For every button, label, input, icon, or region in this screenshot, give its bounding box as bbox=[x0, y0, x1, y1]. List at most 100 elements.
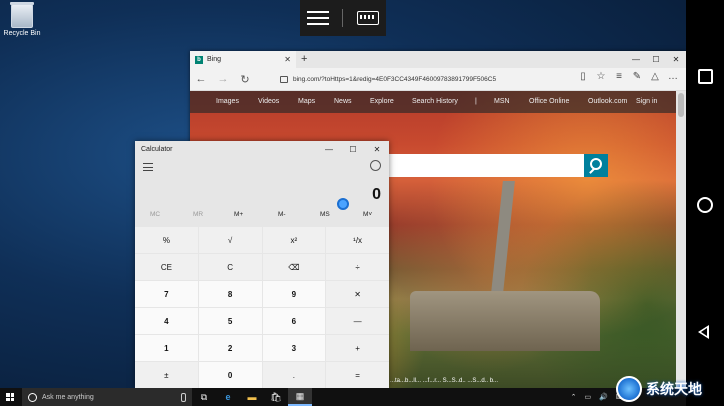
recycle-bin-label: Recycle Bin bbox=[3, 30, 41, 37]
digit-1-key[interactable]: 1 bbox=[135, 335, 198, 361]
remote-toolbar bbox=[300, 0, 386, 36]
favorite-star-icon[interactable]: ☆ bbox=[592, 71, 610, 82]
hamburger-menu-icon[interactable] bbox=[143, 163, 153, 171]
digit-5-key[interactable]: 5 bbox=[198, 308, 262, 334]
digit-6-key[interactable]: 6 bbox=[262, 308, 326, 334]
calculator-title: Calculator bbox=[141, 146, 173, 153]
memory-row: MC MR M+ M- MS M˅ bbox=[135, 211, 389, 223]
cortana-search-box[interactable]: Ask me anything bbox=[22, 388, 192, 406]
tab-strip: b Bing ✕ + — ☐ ✕ bbox=[190, 51, 686, 68]
digit-4-key[interactable]: 4 bbox=[135, 308, 198, 334]
nav-outlook[interactable]: Outlook.com bbox=[588, 98, 627, 105]
minimize-button[interactable]: — bbox=[626, 51, 646, 68]
calculator-taskbar-icon[interactable]: ▦ bbox=[288, 388, 312, 406]
bing-favicon-icon: b bbox=[195, 55, 203, 64]
refresh-icon[interactable]: ↻ bbox=[234, 73, 256, 86]
file-explorer-icon[interactable]: ▬ bbox=[240, 388, 264, 406]
mr-button[interactable]: MR bbox=[193, 211, 203, 218]
menu-icon[interactable] bbox=[306, 11, 329, 25]
digit-8-key[interactable]: 8 bbox=[198, 281, 262, 307]
history-icon[interactable] bbox=[370, 160, 381, 171]
nav-videos[interactable]: Videos bbox=[258, 98, 279, 105]
watermark-text: 系统天地 bbox=[646, 381, 702, 397]
image-caption: ...ta...b...ll... ...f...r... S...S..d..… bbox=[390, 378, 499, 384]
volume-icon[interactable]: 🔊 bbox=[599, 393, 608, 401]
backspace-key[interactable]: ⌫ bbox=[262, 254, 326, 280]
m-plus-button[interactable]: M+ bbox=[234, 211, 243, 218]
close-button[interactable]: ✕ bbox=[666, 51, 686, 68]
tab-bing[interactable]: b Bing ✕ bbox=[190, 51, 296, 68]
clear-key[interactable]: C bbox=[198, 254, 262, 280]
nav-msn[interactable]: MSN bbox=[494, 98, 510, 105]
mc-button[interactable]: MC bbox=[150, 211, 160, 218]
search-icon[interactable] bbox=[584, 154, 608, 177]
equals-key[interactable]: = bbox=[326, 362, 389, 388]
taskbar: Ask me anything ⧉ e ▬ 🛍 ▦ ⌃ ▭ 🔊 ⌨ bbox=[0, 388, 686, 406]
digit-0-key[interactable]: 0 bbox=[198, 362, 262, 388]
forward-arrow-icon[interactable]: → bbox=[212, 73, 234, 85]
back-icon[interactable] bbox=[698, 325, 709, 339]
nav-explore[interactable]: Explore bbox=[370, 98, 394, 105]
page-scrollbar[interactable] bbox=[676, 91, 686, 388]
battery-icon[interactable]: ▭ bbox=[585, 393, 592, 401]
bing-nav-bar: Images Videos Maps News Explore Search H… bbox=[190, 91, 686, 113]
windows-start-icon[interactable] bbox=[6, 393, 14, 401]
nav-maps[interactable]: Maps bbox=[298, 98, 315, 105]
ce-key[interactable]: CE bbox=[135, 254, 198, 280]
keyboard-icon[interactable] bbox=[357, 11, 380, 25]
edge-icon[interactable]: e bbox=[216, 388, 240, 406]
recycle-bin[interactable]: Recycle Bin bbox=[2, 2, 42, 37]
web-note-icon[interactable]: ✎ bbox=[628, 71, 646, 82]
calc-close-button[interactable]: ✕ bbox=[365, 141, 389, 158]
plus-key[interactable]: + bbox=[326, 335, 389, 361]
reading-view-icon[interactable]: ▯ bbox=[574, 71, 592, 82]
calculator-window-controls: — ☐ ✕ bbox=[317, 141, 389, 158]
calc-maximize-button[interactable]: ☐ bbox=[341, 141, 365, 158]
reciprocal-key[interactable]: ¹/x bbox=[326, 227, 389, 253]
hub-icon[interactable]: ≡ bbox=[610, 71, 628, 82]
percent-key[interactable]: % bbox=[135, 227, 198, 253]
scroll-thumb[interactable] bbox=[678, 93, 684, 117]
task-view-icon[interactable]: ⧉ bbox=[192, 388, 216, 406]
nav-divider: | bbox=[475, 98, 477, 105]
watermark: 系统天地 bbox=[616, 372, 722, 406]
calc-minimize-button[interactable]: — bbox=[317, 141, 341, 158]
multiply-key[interactable]: ✕ bbox=[326, 281, 389, 307]
memory-list-button[interactable]: M˅ bbox=[363, 211, 372, 218]
digit-2-key[interactable]: 2 bbox=[198, 335, 262, 361]
square-key[interactable]: x² bbox=[262, 227, 326, 253]
nav-search-history[interactable]: Search History bbox=[412, 98, 458, 105]
m-minus-button[interactable]: M- bbox=[278, 211, 286, 218]
tab-close-button[interactable]: ✕ bbox=[284, 55, 291, 64]
minus-key[interactable]: — bbox=[326, 308, 389, 334]
divide-key[interactable]: ÷ bbox=[326, 254, 389, 280]
bing-search-input[interactable] bbox=[386, 154, 584, 177]
microphone-icon[interactable] bbox=[181, 392, 186, 402]
more-icon[interactable]: … bbox=[664, 71, 682, 82]
url-text: bing.com/?toHttps=1&redig=4E0F3CC4349F46… bbox=[293, 75, 497, 83]
address-bar[interactable]: bing.com/?toHttps=1&redig=4E0F3CC4349F46… bbox=[276, 72, 546, 86]
home-icon[interactable] bbox=[697, 197, 713, 213]
nav-news[interactable]: News bbox=[334, 98, 352, 105]
digit-7-key[interactable]: 7 bbox=[135, 281, 198, 307]
store-icon[interactable]: 🛍 bbox=[264, 388, 288, 406]
nav-office-online[interactable]: Office Online bbox=[529, 98, 569, 105]
address-bar-row: ← → ↻ bing.com/?toHttps=1&redig=4E0F3CC4… bbox=[190, 68, 686, 91]
negate-key[interactable]: ± bbox=[135, 362, 198, 388]
watermark-logo-icon bbox=[616, 376, 642, 402]
share-icon[interactable]: △ bbox=[646, 71, 664, 82]
digit-9-key[interactable]: 9 bbox=[262, 281, 326, 307]
back-arrow-icon[interactable]: ← bbox=[190, 73, 212, 85]
maximize-button[interactable]: ☐ bbox=[646, 51, 666, 68]
android-nav-bar bbox=[686, 0, 724, 406]
tray-overflow-icon[interactable]: ⌃ bbox=[571, 393, 577, 401]
recent-apps-icon[interactable] bbox=[698, 69, 713, 84]
lock-icon bbox=[280, 75, 288, 83]
nav-sign-in[interactable]: Sign in bbox=[636, 98, 657, 105]
nav-images[interactable]: Images bbox=[216, 98, 239, 105]
digit-3-key[interactable]: 3 bbox=[262, 335, 326, 361]
sqrt-key[interactable]: √ bbox=[198, 227, 262, 253]
new-tab-button[interactable]: + bbox=[301, 53, 307, 65]
ms-button[interactable]: MS bbox=[320, 211, 330, 218]
decimal-key[interactable]: . bbox=[262, 362, 326, 388]
